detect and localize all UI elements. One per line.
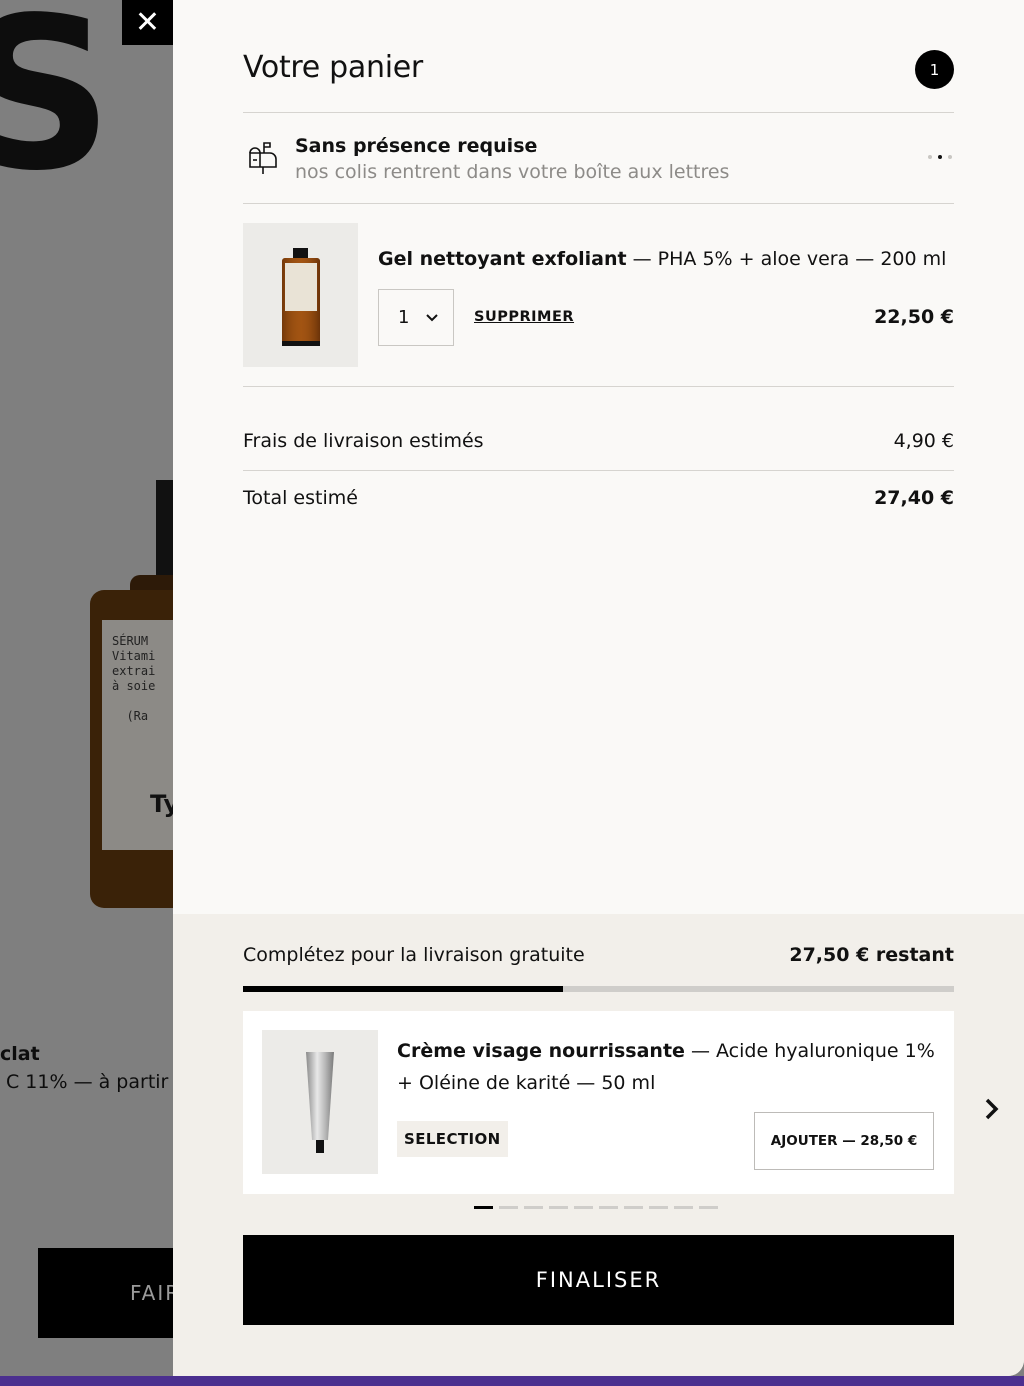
background-product-name: clat (0, 1043, 40, 1065)
free-shipping-progress-fill (243, 986, 563, 992)
cart-item-name[interactable]: Gel nettoyant exfoliant — PHA 5% + aloe … (378, 248, 946, 270)
divider (243, 203, 954, 204)
total-row: Total estimé 27,40 € (243, 487, 954, 509)
divider (243, 386, 954, 387)
carousel-dot[interactable] (574, 1206, 593, 1209)
cart-item-name-bold: Gel nettoyant exfoliant (378, 248, 627, 270)
close-icon: ✕ (134, 4, 161, 40)
carousel-dot[interactable] (524, 1206, 543, 1209)
chevron-down-icon (426, 314, 438, 322)
notice-title: Sans présence requise (295, 135, 538, 157)
carousel-dot[interactable] (624, 1206, 643, 1209)
free-shipping-remaining: 27,50 € restant (789, 944, 954, 966)
background-product-desc: C 11% — à partir (6, 1071, 169, 1093)
cart-item-image[interactable] (243, 223, 358, 367)
selection-badge: SELECTION (397, 1121, 508, 1157)
carousel-pagination (474, 1206, 718, 1209)
pager-dot-active[interactable] (938, 155, 942, 159)
close-cart-button[interactable]: ✕ (122, 0, 173, 45)
carousel-dot[interactable] (499, 1206, 518, 1209)
cart-item-price: 22,50 € (874, 306, 954, 328)
mailbox-icon (249, 142, 277, 174)
recommendation-name-bold: Crème visage nourrissante (397, 1040, 685, 1062)
add-recommendation-button[interactable]: AJOUTER — 28,50 € (754, 1112, 934, 1170)
delivery-notice: Sans présence requise nos colis rentrent… (243, 113, 954, 203)
carousel-dot-active[interactable] (474, 1206, 493, 1209)
cart-item-name-details: — PHA 5% + aloe vera — 200 ml (626, 248, 947, 270)
amber-bottle-image (282, 248, 320, 346)
notice-pager-dots[interactable] (928, 155, 952, 159)
carousel-dot[interactable] (674, 1206, 693, 1209)
carousel-dot[interactable] (649, 1206, 668, 1209)
cart-count-badge: 1 (915, 50, 954, 89)
free-shipping-progress (243, 986, 954, 992)
chevron-right-icon[interactable] (979, 1094, 1005, 1124)
carousel-dot[interactable] (599, 1206, 618, 1209)
cart-footer: Complétez pour la livraison gratuite 27,… (173, 914, 1024, 1376)
pager-dot[interactable] (948, 155, 952, 159)
quantity-value: 1 (398, 307, 410, 328)
total-value: 27,40 € (874, 487, 954, 509)
cart-drawer: Votre panier 1 Sans présence requise nos… (173, 0, 1024, 1376)
shipping-row: Frais de livraison estimés 4,90 € (243, 430, 954, 452)
total-label: Total estimé (243, 487, 358, 509)
quantity-select[interactable]: 1 (378, 289, 454, 346)
divider (243, 470, 954, 471)
pager-dot[interactable] (928, 155, 932, 159)
carousel-dot[interactable] (549, 1206, 568, 1209)
notice-subtitle: nos colis rentrent dans votre boîte aux … (295, 161, 730, 183)
recommendation-name[interactable]: Crème visage nourrissante — Acide hyalur… (397, 1035, 937, 1099)
cart-item: Gel nettoyant exfoliant — PHA 5% + aloe … (243, 223, 954, 368)
background-heading: S (0, 0, 114, 217)
recommendation-image[interactable] (262, 1030, 378, 1174)
remove-item-link[interactable]: SUPPRIMER (474, 309, 574, 325)
shipping-value: 4,90 € (893, 430, 954, 452)
tube-image (306, 1052, 334, 1153)
carousel-dot[interactable] (699, 1206, 718, 1209)
shipping-label: Frais de livraison estimés (243, 430, 484, 452)
background-footer-strip (0, 1376, 1024, 1386)
free-shipping-label: Complétez pour la livraison gratuite (243, 944, 585, 966)
cart-title: Votre panier (243, 50, 423, 85)
recommendation-card: Crème visage nourrissante — Acide hyalur… (243, 1011, 954, 1194)
checkout-button[interactable]: FINALISER (243, 1235, 954, 1325)
